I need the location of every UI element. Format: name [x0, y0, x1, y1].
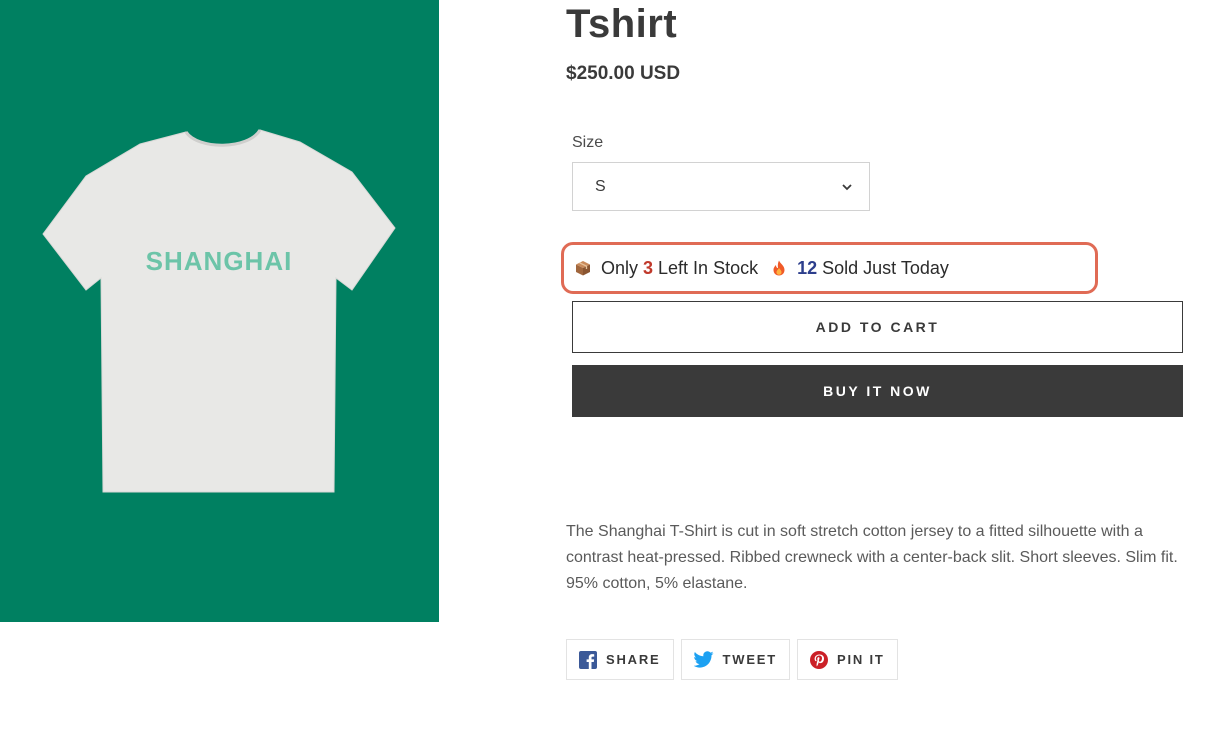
share-facebook-label: SHARE — [606, 652, 661, 667]
product-description: The Shanghai T-Shirt is cut in soft stre… — [566, 523, 1178, 592]
product-image: SHANGHAI — [0, 0, 439, 622]
product-price: $250.00 USD — [566, 63, 681, 84]
stock-urgency-banner: Only 3 Left In Stock 12 Sold Just Today — [561, 242, 1098, 294]
share-twitter-label: TWEET — [722, 652, 778, 667]
chevron-down-icon — [842, 183, 852, 190]
product-title: Tshirt — [566, 2, 678, 46]
buy-it-now-button[interactable]: BUY IT NOW — [572, 365, 1183, 417]
twitter-icon — [693, 651, 714, 668]
tshirt-print-text: SHANGHAI — [146, 246, 293, 276]
add-to-cart-button[interactable]: ADD TO CART — [572, 301, 1183, 353]
share-facebook-button[interactable]: SHARE — [566, 639, 674, 680]
sold-suffix: Sold Just Today — [822, 257, 949, 278]
size-select[interactable]: S — [572, 162, 870, 211]
size-label: Size — [572, 134, 604, 151]
share-twitter-button[interactable]: TWEET — [680, 639, 791, 680]
facebook-icon — [579, 650, 597, 669]
stock-suffix: Left In Stock — [658, 257, 759, 278]
share-buttons: SHARE TWEET PIN IT — [566, 639, 898, 680]
fire-icon — [770, 259, 788, 277]
size-selected-value: S — [595, 177, 606, 195]
tshirt-graphic: SHANGHAI — [42, 129, 396, 493]
share-pinterest-button[interactable]: PIN IT — [797, 639, 898, 680]
share-pinterest-label: PIN IT — [837, 652, 885, 667]
stock-count: 3 — [643, 257, 654, 278]
stock-prefix: Only — [601, 257, 639, 278]
box-icon — [574, 259, 592, 277]
pinterest-icon — [810, 650, 829, 669]
sold-count: 12 — [797, 257, 818, 278]
